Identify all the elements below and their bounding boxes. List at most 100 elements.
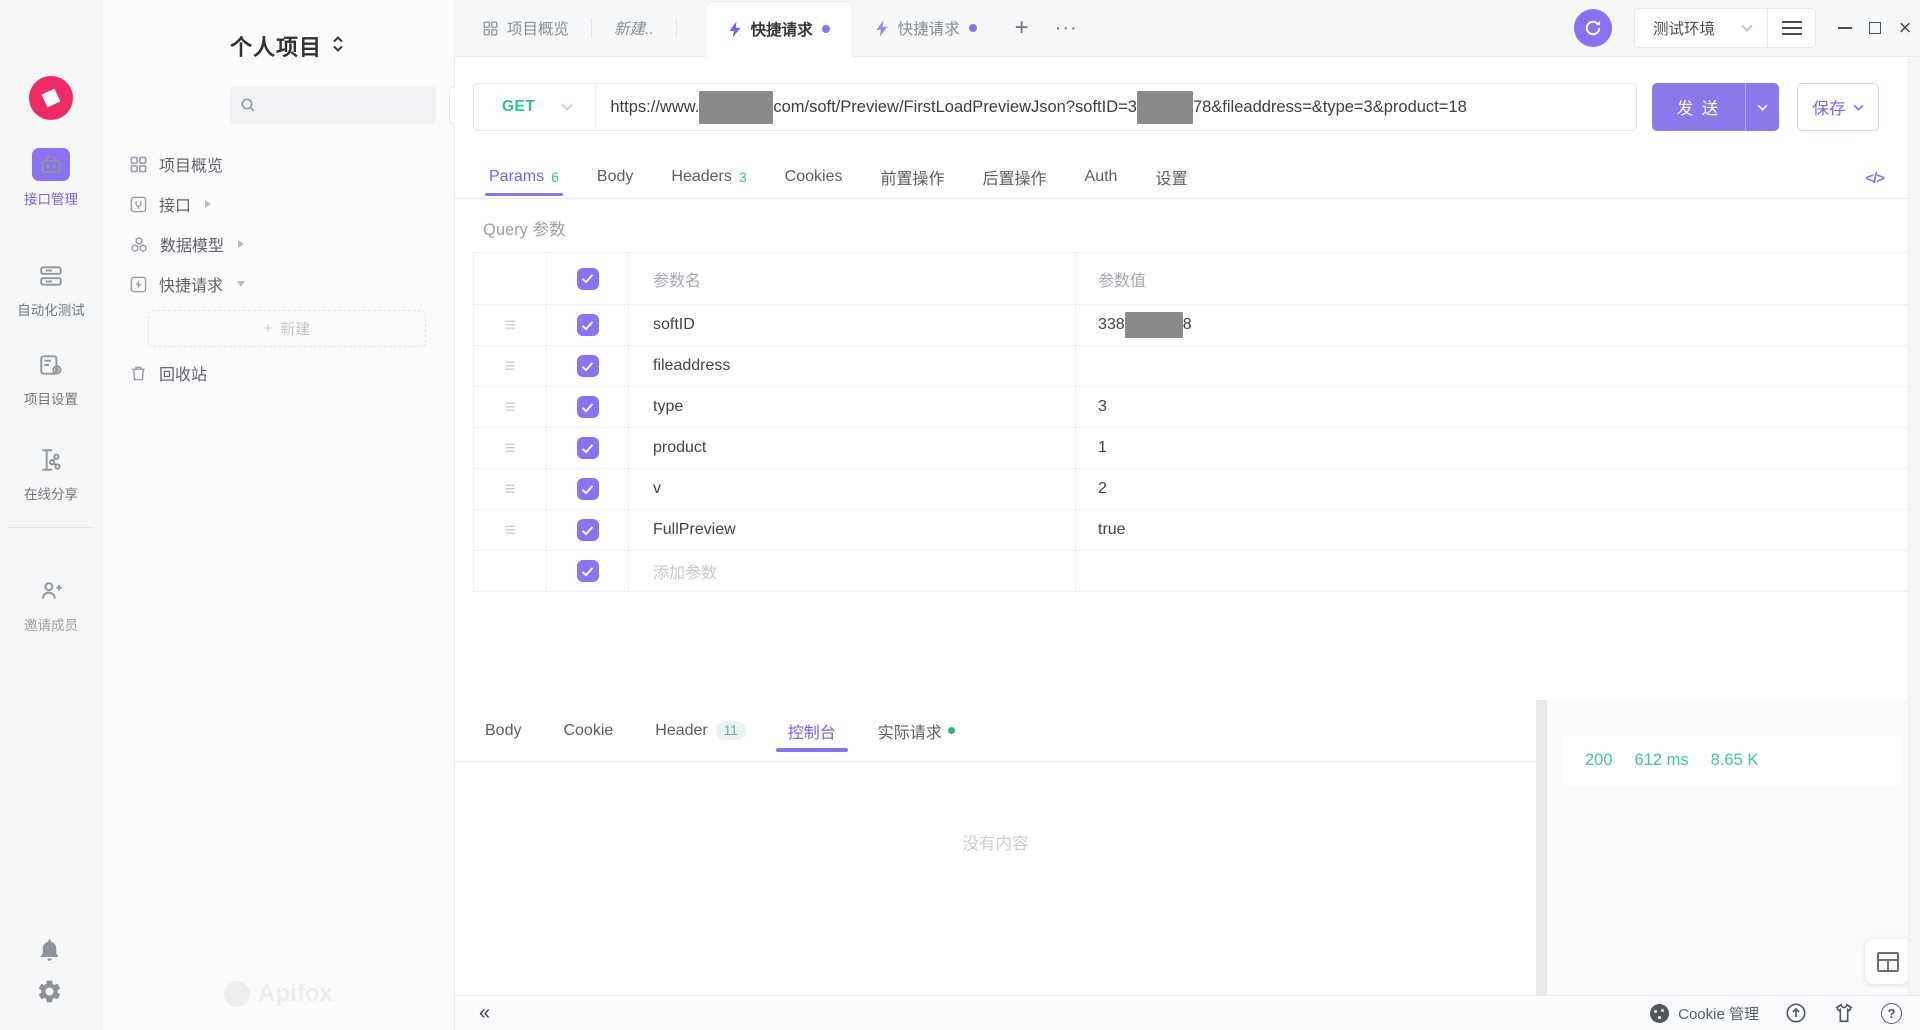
redaction-box <box>1137 91 1193 124</box>
tab-project-overview[interactable]: 项目概览 <box>455 0 591 57</box>
help-icon[interactable]: ? <box>1881 1003 1902 1024</box>
send-button[interactable]: 发 送 <box>1652 83 1779 131</box>
sidebar-item-data-model[interactable]: 数据模型 <box>102 224 455 264</box>
new-tab-button[interactable]: + <box>999 14 1045 42</box>
settings-gear-icon[interactable] <box>36 978 63 1010</box>
request-config-tabs: Params6 Body Headers3 Cookies 前置操作 后置操作 … <box>455 158 1920 199</box>
rail-item-api-management[interactable]: 接口管理 <box>0 148 102 208</box>
invite-member-icon <box>38 578 64 607</box>
param-checkbox[interactable] <box>577 478 599 500</box>
save-button[interactable]: 保存 <box>1797 83 1879 131</box>
sidebar-item-quick-request[interactable]: 快捷请求 <box>102 264 455 304</box>
sidebar-item-api[interactable]: 接口 <box>102 184 455 224</box>
project-title[interactable]: 个人项目 <box>230 30 322 62</box>
apifox-logo[interactable] <box>29 76 73 120</box>
tab-response-body[interactable]: Body <box>485 700 521 762</box>
sidebar-item-project-overview[interactable]: 项目概览 <box>102 144 455 184</box>
tab-pre-operation[interactable]: 前置操作 <box>880 158 944 195</box>
tab-overflow-button[interactable]: ··· <box>1045 17 1088 40</box>
tab-response-header[interactable]: Header11 <box>655 700 746 762</box>
column-header-value: 参数值 <box>1098 267 1146 291</box>
tab-console[interactable]: 控制台 <box>788 700 836 762</box>
grid-icon <box>483 21 498 36</box>
tab-quick-request-active[interactable]: 快捷请求 <box>705 1 853 57</box>
param-name[interactable]: softID <box>629 305 1076 345</box>
environment-select[interactable]: 测试环境 <box>1634 8 1768 48</box>
tab-post-operation[interactable]: 后置操作 <box>983 158 1047 195</box>
param-value[interactable]: 3 × <box>1076 387 1920 427</box>
param-value[interactable]: × <box>1076 346 1920 386</box>
project-settings-icon <box>38 352 64 381</box>
window-maximize-button[interactable] <box>1860 8 1890 48</box>
drag-handle-icon[interactable]: ≡ <box>504 521 515 540</box>
tab-cookies[interactable]: Cookies <box>785 158 843 195</box>
layout-toggle-button[interactable] <box>1865 939 1910 984</box>
drag-handle-icon[interactable]: ≡ <box>504 398 515 417</box>
param-row-type: ≡ type 3 × <box>474 387 1920 428</box>
tab-auth[interactable]: Auth <box>1085 158 1118 195</box>
param-name[interactable]: FullPreview <box>629 510 1076 550</box>
select-all-checkbox[interactable] <box>577 268 599 290</box>
search-input[interactable] <box>264 97 424 113</box>
param-name[interactable]: product <box>629 428 1076 468</box>
rail-item-automation[interactable]: 自动化测试 <box>0 263 102 319</box>
project-switcher-icon[interactable] <box>332 35 344 58</box>
collapse-panel-button[interactable]: « <box>479 1003 490 1023</box>
param-row-softID: ≡ softID 3388 × <box>474 305 1920 346</box>
sidebar-item-recycle-bin[interactable]: 回收站 <box>102 353 455 393</box>
method-select[interactable]: GET <box>474 98 595 116</box>
tab-params[interactable]: Params6 <box>489 158 559 195</box>
send-options-icon[interactable] <box>1746 104 1779 111</box>
param-value[interactable]: 1 × <box>1076 428 1920 468</box>
param-value[interactable] <box>1076 551 1920 591</box>
add-param-input[interactable]: 添加参数 <box>629 551 1076 591</box>
main-area: 项目概览 新建.. 快捷请求 快捷请求 + ··· <box>455 0 1920 1030</box>
drag-handle-icon[interactable]: ≡ <box>504 439 515 458</box>
param-checkbox[interactable] <box>577 437 599 459</box>
request-bar: GET https://www.com/soft/Preview/FirstLo… <box>473 83 1920 131</box>
tab-quick-request[interactable]: 快捷请求 <box>853 0 999 57</box>
drag-handle-icon[interactable]: ≡ <box>504 357 515 376</box>
notifications-bell-icon[interactable] <box>36 936 63 968</box>
param-value[interactable]: 2 × <box>1076 469 1920 509</box>
param-checkbox[interactable] <box>577 560 599 582</box>
param-checkbox[interactable] <box>577 396 599 418</box>
window-close-button[interactable]: × <box>1890 8 1920 48</box>
sidebar-menu: 项目概览 接口 数据模型 快捷请求 <box>102 144 455 393</box>
scrollbar-track[interactable] <box>1908 57 1920 995</box>
status-dot <box>948 727 955 734</box>
tab-body[interactable]: Body <box>597 158 633 195</box>
grid-icon <box>130 156 147 173</box>
sync-button[interactable] <box>1574 9 1612 47</box>
param-name[interactable]: fileaddress <box>629 346 1076 386</box>
theme-skin-icon[interactable] <box>1833 1002 1855 1024</box>
search-box[interactable] <box>230 86 436 124</box>
rail-item-project-settings[interactable]: 项目设置 <box>0 352 102 408</box>
param-checkbox[interactable] <box>577 314 599 336</box>
drag-handle-icon[interactable]: ≡ <box>504 480 515 499</box>
app-menu-button[interactable] <box>1768 8 1816 48</box>
split-resize-handle[interactable] <box>1536 700 1547 995</box>
param-name[interactable]: v <box>629 469 1076 509</box>
tab-settings[interactable]: 设置 <box>1155 158 1187 195</box>
param-checkbox[interactable] <box>577 355 599 377</box>
param-value[interactable]: 3388 × <box>1076 305 1920 345</box>
tab-response-cookie[interactable]: Cookie <box>563 700 613 762</box>
generate-code-icon[interactable]: </> <box>1865 170 1884 187</box>
params-table: 参数名 参数值 ≡ softID 3388 × <box>473 252 1920 592</box>
rail-item-invite-member[interactable]: 邀请成员 <box>0 578 102 634</box>
cookie-manager-button[interactable]: Cookie 管理 <box>1650 1003 1759 1024</box>
param-checkbox[interactable] <box>577 519 599 541</box>
new-quick-request-button[interactable]: + 新建 <box>148 310 426 347</box>
tab-actual-request[interactable]: 实际请求 <box>878 700 955 762</box>
window-minimize-button[interactable] <box>1830 8 1860 48</box>
url-input[interactable]: https://www.com/soft/Preview/FirstLoadPr… <box>596 91 1466 124</box>
upload-icon[interactable] <box>1785 1002 1807 1024</box>
unsaved-dot <box>822 25 830 33</box>
rail-item-online-share[interactable]: 在线分享 <box>0 447 102 503</box>
drag-handle-icon[interactable]: ≡ <box>504 316 515 335</box>
param-value[interactable]: true × <box>1076 510 1920 550</box>
tab-draft[interactable]: 新建.. <box>592 0 676 57</box>
tab-headers[interactable]: Headers3 <box>671 158 746 195</box>
param-name[interactable]: type <box>629 387 1076 427</box>
